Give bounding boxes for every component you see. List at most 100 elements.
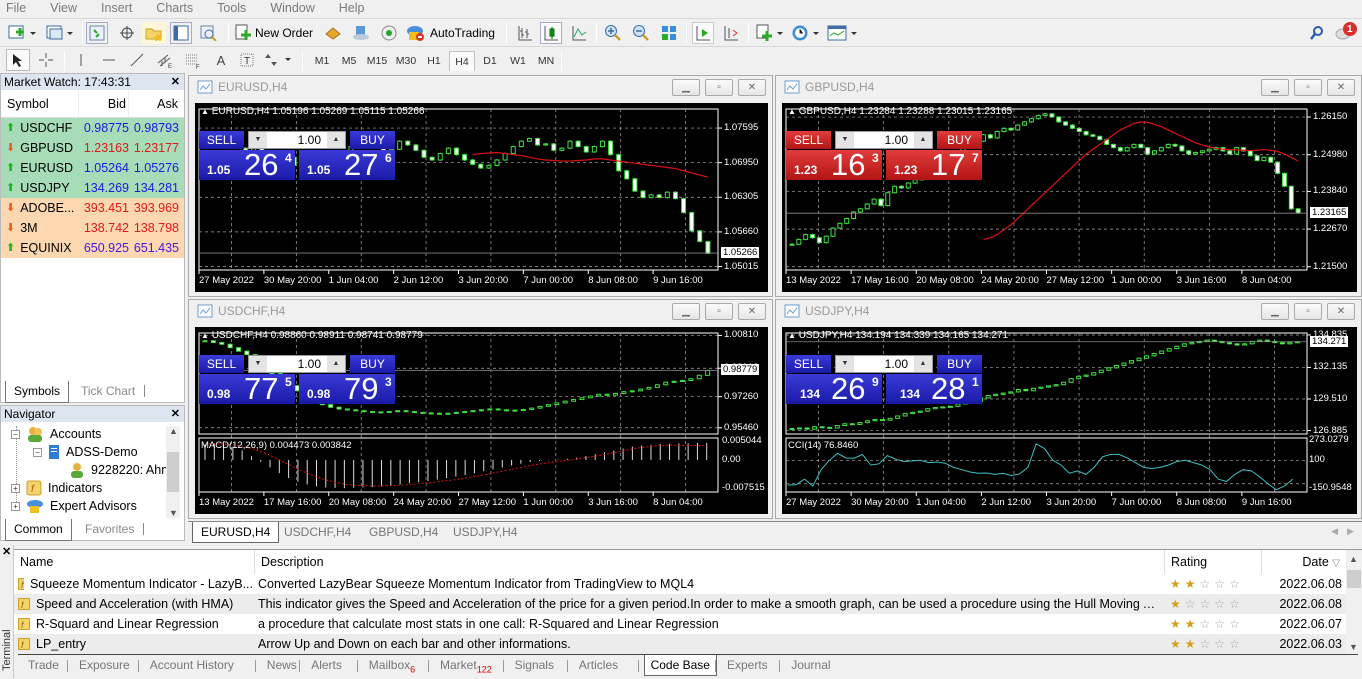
maximize-button[interactable]: ▫	[705, 303, 733, 320]
menu-file[interactable]: File	[6, 0, 26, 17]
table-row[interactable]: f LP_entry Arrow Up and Down on each bar a…	[14, 634, 1346, 654]
vps-button[interactable]	[350, 22, 372, 44]
signals-button[interactable]	[378, 22, 400, 44]
nav-server-adss-demo[interactable]: − ADSS-Demo	[33, 444, 138, 460]
lot-increase-button[interactable]: ▲	[327, 132, 345, 148]
nav-indicators[interactable]: + f Indicators	[11, 480, 102, 496]
timeframe-mn[interactable]: MN	[533, 51, 559, 71]
timeframe-m15[interactable]: M15	[364, 51, 390, 71]
metaeditor-button[interactable]	[322, 22, 344, 44]
column-ask[interactable]: Ask	[129, 90, 182, 117]
menu-view[interactable]: View	[50, 0, 77, 17]
terminal-tab-exposure[interactable]: Exposure	[73, 655, 136, 676]
column-date[interactable]: Date ▽	[1262, 550, 1346, 574]
sell-button[interactable]: SELL	[199, 355, 244, 373]
line-chart-button[interactable]	[568, 22, 590, 44]
minimize-button[interactable]: ▁	[1261, 79, 1289, 96]
menu-help[interactable]: Help	[339, 0, 365, 17]
minimize-button[interactable]: ▁	[672, 303, 700, 320]
tabs-scroll-left-icon[interactable]: ◀	[1331, 526, 1338, 537]
strategy-tester-button[interactable]	[198, 22, 220, 44]
sell-price[interactable]: 134 26 9	[786, 372, 882, 406]
sell-price[interactable]: 1.23 16 3	[786, 148, 882, 182]
column-description[interactable]: Description	[255, 550, 1165, 574]
chart-canvas[interactable]: 1.26150 1.24980 1.23840 1.22670 1.21500 1.231…	[782, 103, 1357, 292]
timeframe-w1[interactable]: W1	[505, 51, 531, 71]
lot-increase-button[interactable]: ▲	[914, 356, 932, 372]
zoom-out-button[interactable]	[630, 22, 652, 44]
menu-window[interactable]: Window	[270, 0, 314, 17]
terminal-tab-market[interactable]: Market122	[434, 655, 498, 676]
data-window-button[interactable]	[116, 22, 138, 44]
chart-tab-usdchf[interactable]: USDCHF,H4	[276, 522, 359, 543]
periods-button[interactable]	[790, 22, 822, 44]
equidistant-channel-tool[interactable]: E	[154, 49, 176, 71]
navigator-toggle[interactable]	[142, 22, 166, 44]
timeframe-m30[interactable]: M30	[393, 51, 419, 71]
buy-price[interactable]: 134 28 1	[886, 372, 982, 406]
terminal-toggle[interactable]	[170, 22, 192, 44]
terminal-tab-mailbox[interactable]: Mailbox6	[363, 655, 421, 676]
terminal-tab-trade[interactable]: Trade	[22, 655, 65, 676]
notifications-button[interactable]: 1	[1332, 21, 1360, 43]
bar-chart-button[interactable]	[514, 22, 536, 44]
new-chart-button[interactable]	[6, 22, 38, 44]
close-window-button[interactable]: ✕	[738, 303, 766, 320]
tab-tick-chart[interactable]: Tick Chart	[73, 381, 143, 403]
chart-canvas[interactable]: 1.07595 1.06950 1.06305 1.05660 1.05015 1.052…	[195, 103, 768, 292]
market-watch-row[interactable]: ⬆ USDCHF 0.98775 0.98793	[1, 118, 184, 138]
terminal-tab-journal[interactable]: Journal	[785, 655, 836, 676]
lot-decrease-button[interactable]: ▼	[836, 132, 854, 148]
chart-tab-gbpusd[interactable]: GBPUSD,H4	[361, 522, 446, 543]
column-rating[interactable]: Rating	[1165, 550, 1262, 574]
expand-icon[interactable]: +	[11, 483, 20, 493]
terminal-tab-news[interactable]: News	[261, 655, 303, 676]
close-icon[interactable]: ✕	[171, 406, 180, 422]
autoscroll-button[interactable]	[692, 22, 714, 44]
table-scrollbar[interactable]: ▲ ▼	[1346, 550, 1362, 654]
lot-increase-button[interactable]: ▲	[327, 356, 345, 372]
lot-increase-button[interactable]: ▲	[914, 132, 932, 148]
minimize-button[interactable]: ▁	[672, 79, 700, 96]
chart-canvas[interactable]: 134.835 132.135 129.510 126.885 134.271 CCI(1…	[782, 327, 1357, 514]
lot-decrease-button[interactable]: ▼	[249, 132, 267, 148]
table-row[interactable]: f Speed and Acceleration (with HMA) This i…	[14, 594, 1346, 614]
autotrading-button[interactable]: AutoTrading	[406, 22, 498, 44]
nav-expert-advisors[interactable]: + Expert Advisors	[11, 498, 137, 514]
maximize-button[interactable]: ▫	[1294, 79, 1322, 96]
column-symbol[interactable]: Symbol	[1, 90, 79, 117]
collapse-triangle-icon[interactable]: ▲	[201, 107, 209, 116]
sell-price[interactable]: 0.98 77 5	[199, 372, 295, 406]
column-name[interactable]: Name	[14, 550, 255, 574]
new-order-button[interactable]: New Order	[234, 22, 316, 44]
search-button[interactable]	[1306, 22, 1328, 44]
timeframe-d1[interactable]: D1	[477, 51, 503, 71]
chart-tab-usdjpy[interactable]: USDJPY,H4	[445, 522, 525, 543]
candlestick-button[interactable]	[540, 22, 562, 44]
collapse-icon[interactable]: −	[33, 447, 42, 457]
maximize-button[interactable]: ▫	[705, 79, 733, 96]
buy-price[interactable]: 0.98 79 3	[299, 372, 395, 406]
market-watch-row[interactable]: ⬆ EURUSD 1.05264 1.05276	[1, 158, 184, 178]
sell-button[interactable]: SELL	[786, 131, 831, 149]
market-watch-row[interactable]: ⬆ USDJPY 134.269 134.281	[1, 178, 184, 198]
chart-tab-eurusd[interactable]: EURUSD,H4	[192, 522, 280, 543]
market-watch-row[interactable]: ⬆ EQUINIX 650.925 651.435	[1, 238, 184, 258]
close-window-button[interactable]: ✕	[1327, 79, 1355, 96]
table-row[interactable]: f Squeeze Momentum Indicator - LazyB... Co…	[14, 574, 1346, 594]
tile-windows-button[interactable]	[658, 22, 680, 44]
timeframe-h1[interactable]: H1	[421, 51, 447, 71]
zoom-in-button[interactable]	[602, 22, 624, 44]
terminal-tab-code-base[interactable]: Code Base	[643, 655, 717, 676]
terminal-tab-alerts[interactable]: Alerts	[305, 655, 348, 676]
tab-favorites[interactable]: Favorites	[77, 519, 142, 541]
nav-account-9228220[interactable]: 9228220: Ahm	[69, 462, 172, 478]
chart-shift-button[interactable]	[720, 22, 742, 44]
minimize-button[interactable]: ▁	[1261, 303, 1289, 320]
chart-canvas[interactable]: 1.008100.989100.972600.954600.98779MACD(…	[195, 327, 768, 514]
collapse-triangle-icon[interactable]: ▲	[788, 331, 796, 340]
collapse-triangle-icon[interactable]: ▲	[201, 331, 209, 340]
menu-tools[interactable]: Tools	[217, 0, 246, 17]
terminal-tab-signals[interactable]: Signals	[509, 655, 560, 676]
market-watch-row[interactable]: ⬇ 3M 138.742 138.798	[1, 218, 184, 238]
